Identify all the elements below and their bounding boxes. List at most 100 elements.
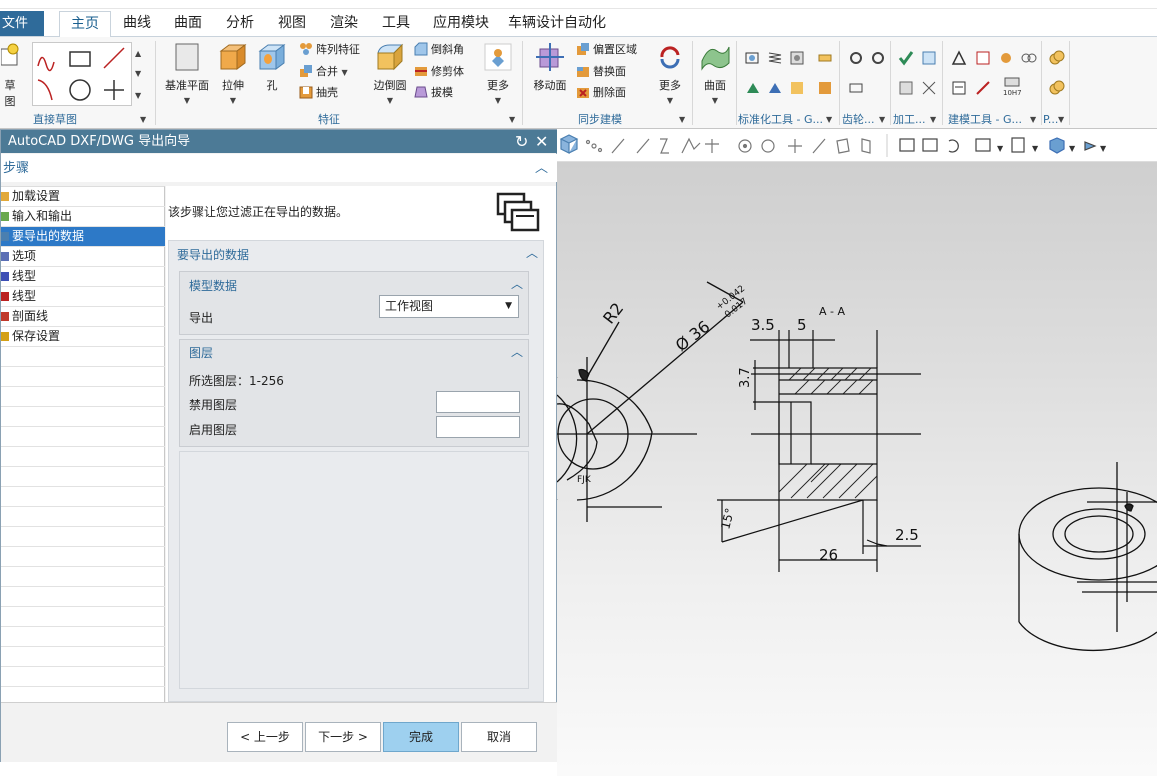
std-tool-icon[interactable]	[744, 49, 762, 67]
tool-icon[interactable]	[788, 79, 806, 97]
more-label: 更多	[487, 79, 509, 92]
steps-section-header[interactable]: 步骤 ︿	[1, 154, 557, 182]
group-menu-icon[interactable]: ▼	[1058, 115, 1064, 124]
close-icon[interactable]: ✕	[535, 130, 548, 153]
edge-blend-button[interactable]: 边倒圆 ▼	[370, 41, 410, 106]
reset-icon[interactable]: ↻	[515, 130, 528, 153]
trim-body-button[interactable]: 修剪体	[414, 62, 464, 82]
group-menu-icon[interactable]: ▼	[140, 115, 146, 124]
tool-icon[interactable]	[974, 79, 992, 97]
gear-icon[interactable]	[847, 49, 865, 67]
offset-region-button[interactable]: 偏置区域	[576, 40, 637, 60]
graphics-canvas[interactable]: R2 Ø 36 +0.042 -0.017 FJK 3.5 5 A - A 3.…	[557, 162, 1157, 776]
move-face-button[interactable]: 移动面	[530, 41, 570, 93]
expand-icon[interactable]: ▼	[135, 91, 141, 100]
step-item[interactable]: 保存设置	[1, 327, 165, 347]
tab-vehicle-design[interactable]: 车辆设计自动化	[506, 11, 608, 36]
enabled-layers-label: 启用图层	[189, 423, 238, 437]
process-icon[interactable]	[920, 79, 938, 97]
snap-toolbar-icons[interactable]: ▼ ▼ ▼ ▼	[557, 129, 1157, 162]
hole-button[interactable]: 孔	[256, 41, 288, 93]
step-item[interactable]: 剖面线	[1, 307, 165, 327]
model-data-title[interactable]: 模型数据	[189, 277, 237, 294]
chamfer-button[interactable]: 倒斜角	[414, 40, 464, 60]
shell-button[interactable]: 抽壳	[299, 83, 338, 103]
extrude-button[interactable]: 拉伸 ▼	[216, 41, 250, 106]
tab-view[interactable]: 视图	[272, 11, 312, 36]
coin-icon[interactable]	[1048, 49, 1066, 67]
tool-icon[interactable]	[816, 79, 834, 97]
export-select[interactable]: 工作视图 ▼	[379, 295, 519, 318]
tab-tools[interactable]: 工具	[376, 11, 416, 36]
collapse-icon[interactable]: ︿	[511, 275, 523, 292]
collapse-icon[interactable]: ︿	[526, 244, 538, 261]
replace-face-button[interactable]: 替换面	[576, 62, 626, 82]
process-icon[interactable]	[897, 79, 915, 97]
step-item[interactable]: 线型	[1, 287, 165, 307]
file-menu[interactable]: 文件(F)	[0, 11, 44, 56]
graphics-toolbar: ▼ ▼ ▼ ▼	[557, 129, 1157, 162]
spring-icon[interactable]	[766, 49, 784, 67]
chevron-up-icon[interactable]: ▲	[135, 49, 141, 58]
dialog-title-bar: AutoCAD DXF/DWG 导出向导 ↻ ✕	[1, 130, 557, 153]
more-features-button[interactable]: 更多 ▼	[482, 41, 514, 106]
process-icon[interactable]	[920, 49, 938, 67]
group-menu-icon[interactable]: ▼	[509, 115, 515, 124]
next-button[interactable]: 下一步 >	[305, 722, 381, 752]
sketch-button[interactable]: 草图	[0, 41, 20, 109]
table-icon[interactable]	[974, 49, 992, 67]
empty-step-row	[1, 587, 165, 607]
sketch-curve-tools-icon[interactable]	[32, 42, 132, 106]
svg-text:▼: ▼	[997, 144, 1004, 153]
enabled-layers-input[interactable]	[436, 416, 520, 438]
check-icon[interactable]	[897, 49, 915, 67]
surface-button[interactable]: 曲面 ▼	[697, 41, 733, 106]
pattern-feature-button[interactable]: 阵列特征	[299, 40, 360, 60]
draft-icon	[414, 86, 428, 98]
draft-button[interactable]: 拔模	[414, 83, 453, 103]
group-menu-icon[interactable]: ▼	[679, 115, 685, 124]
tool-icon[interactable]	[744, 79, 762, 97]
step-item[interactable]: 要导出的数据	[1, 227, 165, 247]
tab-render[interactable]: 渲染	[324, 11, 364, 36]
key-icon[interactable]	[816, 49, 834, 67]
unite-button[interactable]: 合并 ▼	[299, 62, 348, 82]
layers-title[interactable]: 图层	[189, 344, 213, 361]
disabled-layers-input[interactable]	[436, 391, 520, 413]
step-item[interactable]: 加载设置	[1, 187, 165, 207]
triangle-icon[interactable]	[950, 49, 968, 67]
step-item[interactable]: 输入和输出	[1, 207, 165, 227]
coin-icon[interactable]	[1048, 79, 1066, 97]
collapse-icon[interactable]: ︿	[535, 154, 548, 184]
tab-home[interactable]: 主页	[59, 11, 111, 38]
bearing-icon[interactable]	[788, 49, 806, 67]
tab-analysis[interactable]: 分析	[220, 11, 260, 36]
gear-icon[interactable]	[869, 49, 887, 67]
group-menu-icon[interactable]: ▼	[879, 115, 885, 124]
datum-plane-button[interactable]: 基准平面 ▼	[163, 41, 211, 106]
step-item[interactable]: 选项	[1, 247, 165, 267]
cancel-button[interactable]: 取消	[461, 722, 537, 752]
dim-3-7: 3.7	[738, 367, 753, 388]
back-button[interactable]: < 上一步	[227, 722, 303, 752]
tab-applications[interactable]: 应用模块	[428, 11, 494, 36]
fit-tolerance-icon[interactable]: 10H7	[1002, 77, 1024, 97]
list-icon[interactable]	[950, 79, 968, 97]
gear-icon[interactable]	[847, 79, 865, 97]
group-menu-icon[interactable]: ▼	[930, 115, 936, 124]
collapse-icon[interactable]: ︿	[511, 343, 523, 360]
finish-button[interactable]: 完成	[383, 722, 459, 752]
group-menu-icon[interactable]: ▼	[826, 115, 832, 124]
more-sync-button[interactable]: 更多 ▼	[654, 41, 686, 106]
group-label-sync: 同步建模	[578, 113, 622, 126]
tool-icon[interactable]	[1020, 49, 1038, 67]
section-title[interactable]: 要导出的数据	[177, 246, 249, 263]
tab-curve[interactable]: 曲线	[117, 11, 157, 36]
tab-surface[interactable]: 曲面	[168, 11, 208, 36]
tool-icon[interactable]	[997, 49, 1015, 67]
group-menu-icon[interactable]: ▼	[1030, 115, 1036, 124]
delete-face-button[interactable]: 删除面	[576, 83, 626, 103]
tool-icon[interactable]	[766, 79, 784, 97]
step-item[interactable]: 线型	[1, 267, 165, 287]
chevron-down-icon[interactable]: ▼	[135, 69, 141, 78]
